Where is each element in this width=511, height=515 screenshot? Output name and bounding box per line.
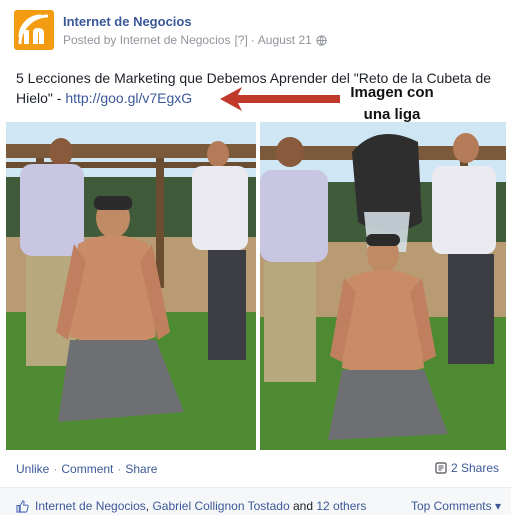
- likes-and: and: [292, 499, 314, 513]
- page-name-link[interactable]: Internet de Negocios: [63, 14, 192, 29]
- shares-count-link[interactable]: 2 Shares: [435, 461, 499, 475]
- likes-summary: Internet de Negocios, Gabriel Collignon …: [16, 499, 366, 513]
- page-avatar-logo-icon[interactable]: [14, 10, 54, 50]
- photo-left[interactable]: [6, 122, 256, 450]
- unlike-link[interactable]: Unlike: [16, 462, 49, 476]
- post-date[interactable]: August 21: [258, 33, 312, 47]
- share-link[interactable]: Share: [125, 462, 157, 476]
- action-separator: ·: [53, 462, 58, 476]
- shares-count: 2 Shares: [450, 461, 499, 475]
- post-actions: Unlike · Comment · Share: [16, 462, 157, 476]
- post-link[interactable]: http://goo.gl/v7EgxG: [65, 90, 192, 106]
- posted-by: Posted by Internet de Negocios: [63, 33, 231, 47]
- post-card: Internet de Negocios Posted by Internet …: [0, 0, 511, 515]
- top-comments-dropdown[interactable]: Top Comments ▾: [411, 499, 501, 513]
- likes-others[interactable]: 12 others: [316, 499, 366, 513]
- likes-footer: Internet de Negocios, Gabriel Collignon …: [0, 487, 511, 515]
- help-marker[interactable]: [?]: [234, 33, 247, 47]
- meta-separator: ·: [250, 33, 255, 47]
- annotation-callout: Imagen con una liga: [336, 82, 448, 126]
- globe-icon[interactable]: [316, 34, 327, 46]
- action-separator: ·: [117, 462, 122, 476]
- thumbs-up-icon: [16, 499, 29, 513]
- liker-2[interactable]: Gabriel Collignon Tostado: [152, 499, 289, 513]
- share-icon: [435, 462, 447, 474]
- annotation-arrow-icon: [220, 87, 340, 111]
- liker-1[interactable]: Internet de Negocios: [35, 499, 146, 513]
- callout-line-1: Imagen con: [350, 84, 434, 101]
- likes-comma: ,: [145, 499, 150, 513]
- comment-link[interactable]: Comment: [61, 462, 113, 476]
- photo-right[interactable]: [260, 122, 506, 450]
- post-meta: Posted by Internet de Negocios [?] · Aug…: [63, 33, 327, 47]
